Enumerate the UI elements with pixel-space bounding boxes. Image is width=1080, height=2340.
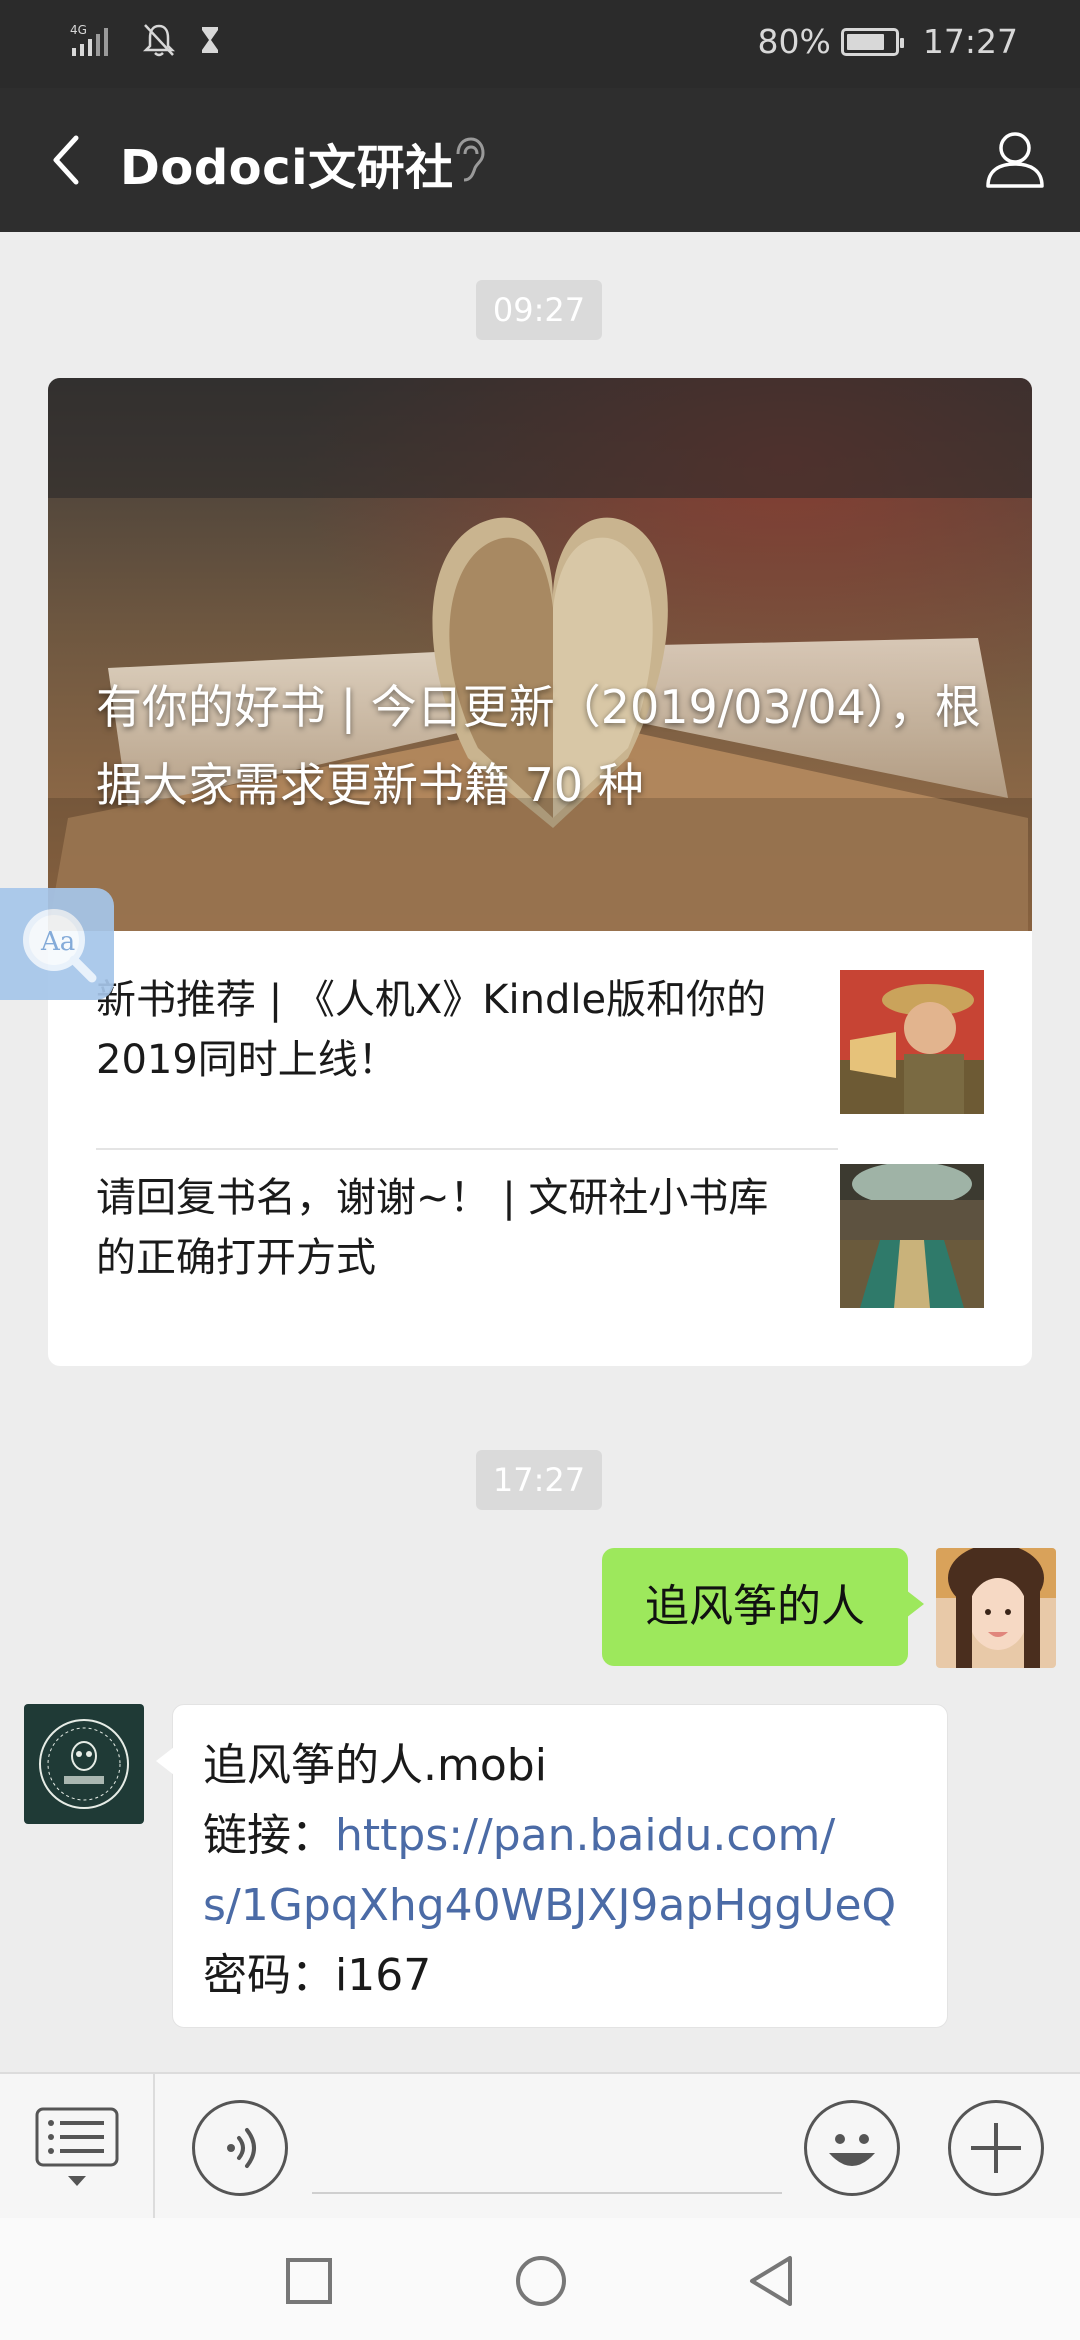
circle-icon[interactable] xyxy=(514,2254,568,2308)
menu-list-icon[interactable] xyxy=(34,2106,120,2190)
divider xyxy=(153,2074,155,2220)
voice-icon xyxy=(227,2128,256,2168)
voice-button[interactable] xyxy=(192,2100,288,2196)
cover-image[interactable]: 有你的好书 | 今日更新（2019/03/04），根据大家需求更新书籍 70 种 xyxy=(48,378,1032,931)
emoji-button[interactable] xyxy=(804,2100,900,2196)
link-label: 链接： xyxy=(203,1810,335,1861)
chat-title: Dodoci文研社 xyxy=(120,140,454,196)
plus-icon xyxy=(971,2123,1021,2173)
list-item[interactable]: 新书推荐 | 《人机X》Kindle版和你的2019同时上线！ xyxy=(96,970,984,1114)
avatar[interactable] xyxy=(24,1704,144,1824)
plus-button[interactable] xyxy=(948,2100,1044,2196)
chevron-left-icon[interactable] xyxy=(40,130,100,190)
battery-percent: 80% xyxy=(757,22,831,61)
timestamp: 09:27 xyxy=(476,280,602,340)
triangle-back-icon[interactable] xyxy=(746,2254,796,2308)
sent-message-bubble[interactable]: 追风筝的人 xyxy=(602,1548,924,1666)
svg-text:Aa: Aa xyxy=(40,927,75,957)
article-title: 请回复书名，谢谢~！ | 文研社小书库的正确打开方式 xyxy=(96,1175,769,1281)
article-card[interactable]: 有你的好书 | 今日更新（2019/03/04），根据大家需求更新书籍 70 种… xyxy=(48,378,1032,1366)
chat-input-bar xyxy=(0,2072,1080,2220)
status-bar: 4G 80% 17:27 xyxy=(0,0,1080,88)
search-icon: Aa xyxy=(23,909,97,983)
link-continuation: s/1GpqXhg40WBJXJ9apHggUeQ xyxy=(203,1871,917,1941)
person-icon[interactable] xyxy=(984,128,1046,190)
link-line: 链接：https://pan.baidu.com/ xyxy=(203,1801,917,1871)
timestamp: 17:27 xyxy=(476,1450,602,1510)
battery-icon xyxy=(840,27,904,56)
article-thumbnail xyxy=(840,1164,984,1308)
password-value: i167 xyxy=(335,1950,432,2001)
password-line: 密码：i167 xyxy=(203,1941,917,2011)
password-label: 密码： xyxy=(203,1950,335,2001)
book-heart-image xyxy=(48,378,1032,931)
list-item[interactable]: 请回复书名，谢谢~！ | 文研社小书库的正确打开方式 xyxy=(96,1164,984,1308)
signal-icon: 4G xyxy=(70,23,108,56)
clock: 17:27 xyxy=(922,22,1018,61)
received-message-bubble[interactable]: 追风筝的人.mobi 链接：https://pan.baidu.com/ s/1… xyxy=(156,1704,948,2028)
ear-icon xyxy=(456,137,485,182)
chat-header: Dodoci文研社 xyxy=(0,88,1080,232)
emoji-icon xyxy=(829,2134,875,2166)
avatar[interactable] xyxy=(936,1548,1056,1668)
article-cover-title: 有你的好书 | 今日更新（2019/03/04），根据大家需求更新书籍 70 种 xyxy=(96,680,981,812)
status-icons-right: 80% 17:27 xyxy=(758,22,1018,61)
status-icons-left: 4G xyxy=(70,22,222,58)
file-name: 追风筝的人.mobi xyxy=(203,1740,547,1791)
share-link-continued[interactable]: s/1GpqXhg40WBJXJ9apHggUeQ xyxy=(203,1880,896,1931)
square-icon[interactable] xyxy=(284,2256,334,2306)
hourglass-icon xyxy=(202,27,218,53)
share-link[interactable]: https://pan.baidu.com/ xyxy=(335,1810,835,1861)
battery-level xyxy=(846,33,884,50)
divider xyxy=(96,1148,838,1150)
article-thumbnail xyxy=(840,970,984,1114)
mute-bell-icon xyxy=(142,24,176,57)
message-input[interactable] xyxy=(312,2192,782,2194)
svg-text:4G: 4G xyxy=(70,23,87,37)
system-nav-bar xyxy=(0,2218,1080,2340)
floating-search-button[interactable]: Aa xyxy=(0,888,114,1000)
article-title: 新书推荐 | 《人机X》Kindle版和你的2019同时上线！ xyxy=(96,977,767,1083)
